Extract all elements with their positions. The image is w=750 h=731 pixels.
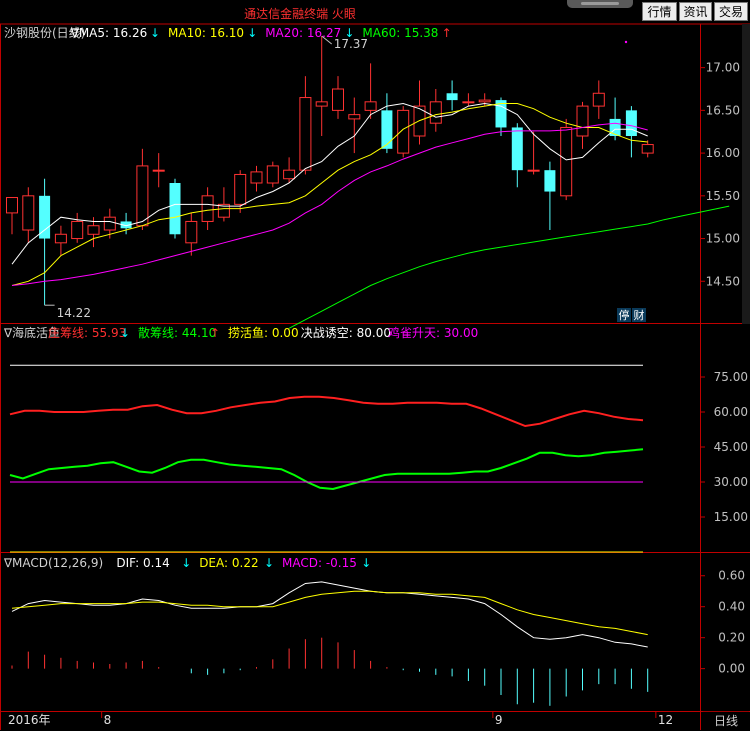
candle-body bbox=[609, 118, 621, 136]
price-y-tick-label: 16.50 bbox=[706, 103, 740, 117]
price-legend-arrow-0: ↓ bbox=[150, 26, 160, 40]
fish-legend-arrow-0: ↓ bbox=[120, 326, 130, 340]
macd-legend-arrow-0: ↓ bbox=[181, 556, 191, 570]
candle-body bbox=[103, 216, 116, 231]
fish-line-sc bbox=[9, 448, 644, 491]
candle-body bbox=[560, 126, 573, 197]
macd-legend-2: MACD: -0.15 bbox=[282, 556, 357, 570]
price-legend-3: MA60: 15.38 bbox=[362, 26, 438, 40]
price-y-tick-label: 14.50 bbox=[706, 274, 740, 288]
candle-body bbox=[429, 101, 442, 124]
candle-body bbox=[446, 93, 458, 101]
candle-body bbox=[185, 220, 198, 244]
candle-body bbox=[332, 88, 344, 111]
price-y-tick-label: 15.50 bbox=[706, 189, 740, 203]
candle-body bbox=[39, 195, 51, 239]
ma-line-ma20 bbox=[11, 122, 648, 286]
fish-legend-arrow-1: ↑ bbox=[210, 326, 220, 340]
price-y-tick-label: 15.00 bbox=[706, 232, 740, 246]
fish-legend-3: 决战诱空: 80.00 bbox=[301, 326, 391, 340]
fish-line-zc bbox=[9, 395, 644, 428]
price-legend-arrow-1: ↓ bbox=[247, 26, 257, 40]
price-legend-arrow-3: ↑ bbox=[442, 26, 452, 40]
candle-body bbox=[71, 220, 84, 240]
fish-legend-0: 庄筹线: 55.93 bbox=[48, 325, 126, 340]
candle-body bbox=[527, 169, 540, 172]
macd-title: ∇MACD(12,26,9) bbox=[3, 556, 103, 570]
x-axis-label: 8 bbox=[104, 713, 112, 727]
candle-body bbox=[364, 101, 377, 111]
candle-body bbox=[87, 225, 100, 235]
high-label: 17.37 bbox=[334, 37, 368, 51]
marker-dot bbox=[624, 40, 628, 44]
macd-y-tick-label: 0.60 bbox=[718, 569, 745, 583]
candle-body bbox=[250, 171, 263, 184]
price-legend-1: MA10: 16.10 bbox=[168, 26, 244, 40]
candle-body bbox=[348, 114, 361, 120]
fish-legend-1: 散筹线: 44.10 bbox=[138, 325, 216, 340]
candle-body bbox=[315, 101, 328, 107]
price-legend-2: MA20: 16.27 bbox=[265, 26, 341, 40]
price-scrollbar bbox=[742, 24, 750, 324]
macd-y-tick-label: 0.20 bbox=[718, 631, 745, 645]
period-selector[interactable]: 日线 bbox=[703, 711, 749, 731]
fish-y-tick-label: 75.00 bbox=[714, 370, 748, 384]
candle-body bbox=[266, 165, 279, 184]
price-y-tick-label: 17.00 bbox=[706, 61, 740, 75]
macd-line-dif bbox=[11, 581, 648, 648]
fish-legend-4: 鸡雀升天: 30.00 bbox=[388, 325, 478, 340]
candle-body bbox=[641, 144, 654, 154]
low-label: 14.22 bbox=[57, 306, 91, 320]
macd-legend-0: DIF: 0.14 bbox=[116, 556, 169, 570]
candle-body bbox=[511, 127, 523, 171]
macd-y-tick-label: 0.00 bbox=[718, 662, 745, 676]
macd-legend-arrow-2: ↓ bbox=[361, 556, 371, 570]
candle-body bbox=[299, 97, 312, 171]
chart-area[interactable]: 沙钢股份(日线)∇MA5: 16.26 ↓ MA10: 16.10 ↓ MA20: 16… bbox=[0, 0, 750, 730]
candle-body bbox=[381, 110, 393, 149]
macd-line-dea bbox=[11, 590, 648, 636]
badge-text: 财 bbox=[634, 308, 645, 322]
candle-body bbox=[201, 195, 214, 222]
candle-body bbox=[625, 110, 637, 136]
candle-body bbox=[234, 173, 247, 205]
candle-body bbox=[283, 169, 296, 180]
x-axis-label: 12 bbox=[658, 713, 673, 727]
macd-legend-arrow-1: ↓ bbox=[264, 556, 274, 570]
price-legend-0: ∇MA5: 16.26 bbox=[70, 26, 147, 40]
fish-y-tick-label: 60.00 bbox=[714, 405, 748, 419]
x-axis-label: 9 bbox=[495, 713, 503, 727]
candle-body bbox=[576, 105, 589, 137]
fish-y-tick-label: 15.00 bbox=[714, 510, 748, 524]
x-axis-label: 2016年 bbox=[8, 713, 51, 727]
ma-line-ma60 bbox=[288, 205, 730, 329]
fish-y-tick-label: 45.00 bbox=[714, 440, 748, 454]
candle-body bbox=[136, 165, 149, 227]
candle-body bbox=[169, 183, 181, 235]
candle-body bbox=[152, 169, 165, 172]
candle-body bbox=[397, 109, 410, 154]
price-y-tick-label: 16.00 bbox=[706, 146, 740, 160]
candle-body bbox=[478, 99, 491, 103]
macd-y-tick-label: 0.40 bbox=[718, 600, 745, 614]
candle-body bbox=[6, 197, 18, 214]
candle-body bbox=[592, 92, 605, 107]
fish-legend-2: 捞活鱼: 0.00 bbox=[228, 326, 299, 340]
candle-body bbox=[462, 101, 475, 104]
candle-body bbox=[544, 170, 556, 192]
macd-legend-1: DEA: 0.22 bbox=[199, 556, 258, 570]
fish-y-tick-label: 30.00 bbox=[714, 475, 748, 489]
candle-body bbox=[54, 233, 67, 244]
candle-body bbox=[22, 195, 35, 231]
badge-text: 停 bbox=[619, 308, 630, 322]
